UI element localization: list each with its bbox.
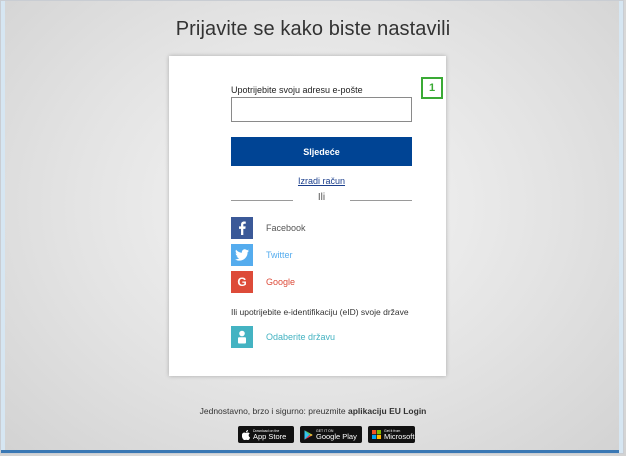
google-label: Google (266, 277, 296, 287)
store-badges: Download on the App Store GET IT ON Goog… (238, 426, 415, 443)
divider-line-right (350, 200, 412, 201)
person-icon (231, 326, 253, 348)
google-play-big: Google Play (316, 431, 357, 441)
next-button[interactable]: Sljedeće (231, 137, 412, 166)
facebook-icon (231, 217, 253, 239)
facebook-login-button[interactable]: Facebook (231, 217, 306, 239)
facebook-label: Facebook (266, 223, 306, 233)
create-account-link[interactable]: Izradi račun (231, 176, 412, 186)
footer-text-prefix: Jednostavno, brzo i sigurno: preuzmite (199, 406, 348, 416)
email-label: Upotrijebite svoju adresu e-pošte (231, 85, 363, 95)
footer-app-link[interactable]: aplikaciju EU Login (348, 406, 426, 416)
choose-country-button[interactable]: Odaberite državu (231, 326, 335, 348)
step-number-badge: 1 (421, 77, 443, 99)
email-input[interactable] (231, 97, 412, 122)
microsoft-big: Microsoft (384, 431, 415, 441)
app-store-badge[interactable]: Download on the App Store (238, 426, 294, 443)
login-card: 1 Upotrijebite svoju adresu e-pošte Slje… (169, 56, 446, 376)
bottom-edge (1, 450, 623, 453)
twitter-login-button[interactable]: Twitter (231, 244, 293, 266)
choose-country-label: Odaberite državu (266, 332, 336, 342)
page-title: Prijavite se kako biste nastavili (175, 18, 451, 40)
google-play-badge[interactable]: GET IT ON Google Play (300, 426, 362, 443)
microsoft-icon (372, 430, 381, 439)
eid-description: Ili upotrijebite e-identifikaciju (eID) … (231, 307, 409, 317)
microsoft-badge[interactable]: Get it from Microsoft (368, 426, 415, 443)
google-play-icon (304, 429, 313, 440)
twitter-icon (231, 244, 253, 266)
google-login-button[interactable]: G Google (231, 271, 295, 293)
footer-text: Jednostavno, brzo i sigurno: preuzmite a… (0, 406, 626, 416)
divider-text: Ili (317, 192, 326, 203)
apple-icon (242, 429, 250, 440)
app-store-big: App Store (253, 431, 287, 441)
google-icon: G (231, 271, 253, 293)
twitter-label: Twitter (266, 250, 293, 260)
